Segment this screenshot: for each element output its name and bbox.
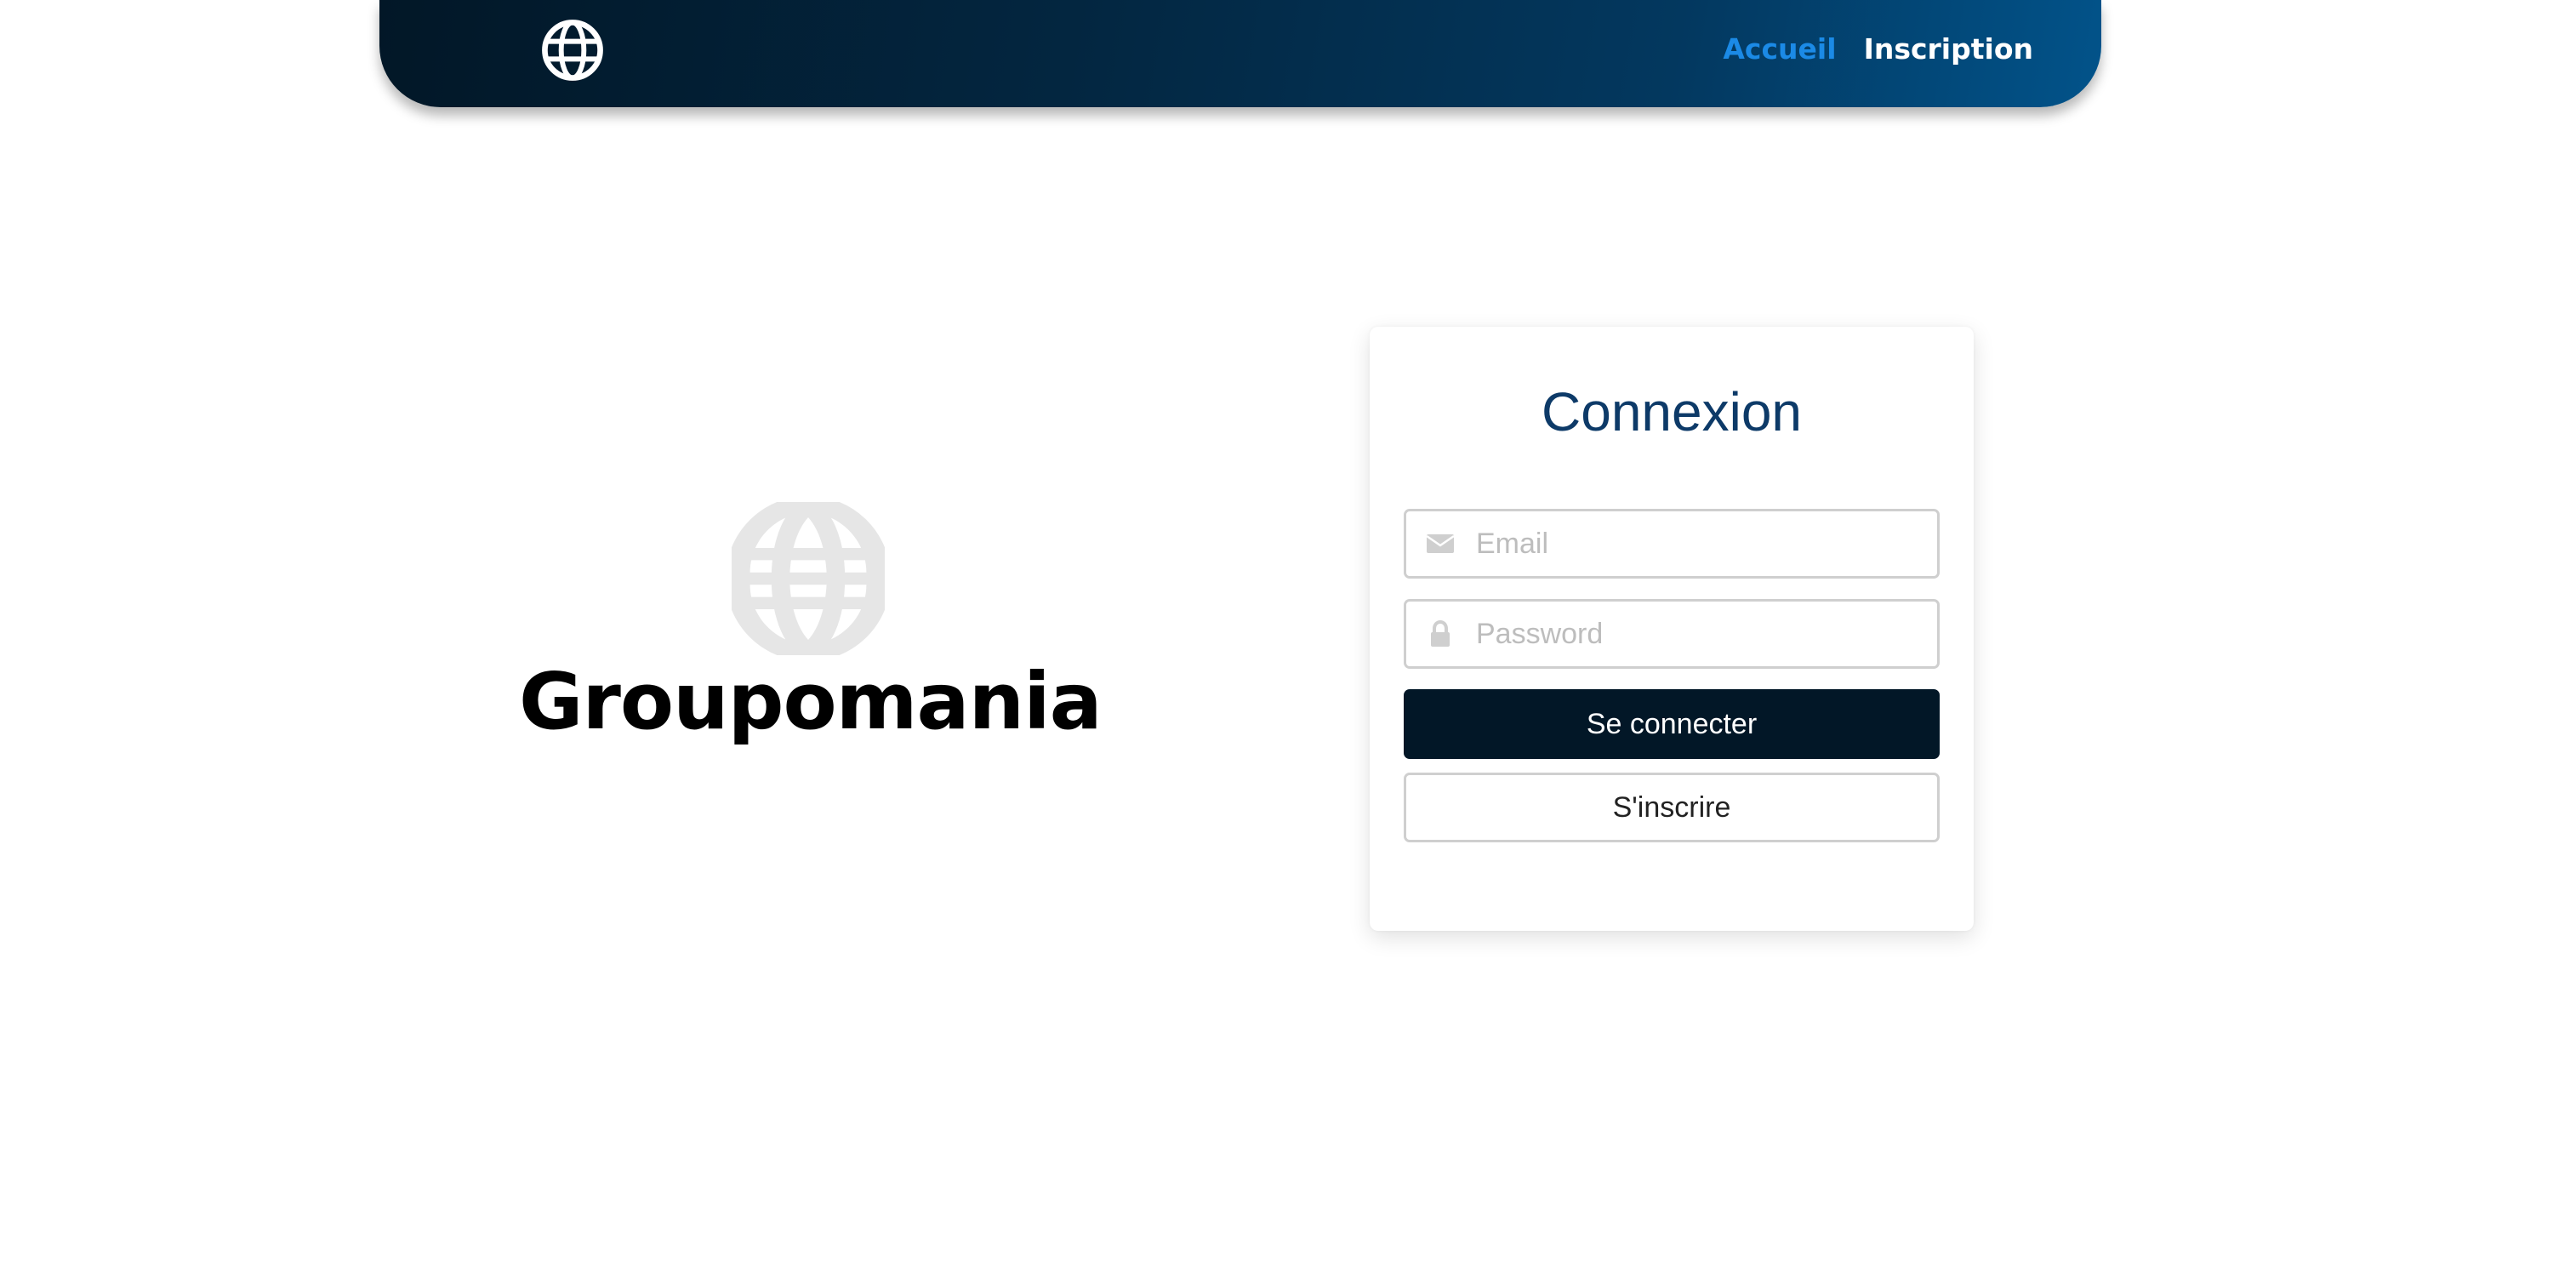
nav-link-inscription[interactable]: Inscription	[1864, 29, 2033, 70]
login-title: Connexion	[1542, 381, 1802, 442]
brand-name: Groupomania	[519, 656, 1103, 747]
email-input[interactable]	[1474, 511, 1925, 576]
lock-icon	[1431, 620, 1450, 647]
envelope-icon	[1426, 534, 1455, 553]
login-button[interactable]: Se connecter	[1404, 689, 1940, 759]
password-input[interactable]	[1474, 602, 1925, 666]
nav-link-accueil[interactable]: Accueil	[1723, 29, 1836, 70]
globe-icon[interactable]	[541, 19, 604, 82]
globe-icon	[732, 502, 885, 655]
top-navbar: Accueil Inscription	[379, 0, 2101, 107]
register-button[interactable]: S'inscrire	[1404, 773, 1940, 842]
password-field[interactable]	[1404, 599, 1940, 669]
login-card: Connexion Se connecter S'inscrire	[1370, 327, 1974, 931]
brand-hero: Groupomania	[519, 502, 1103, 749]
main-nav: Accueil Inscription	[1723, 29, 2033, 70]
email-field[interactable]	[1404, 509, 1940, 579]
